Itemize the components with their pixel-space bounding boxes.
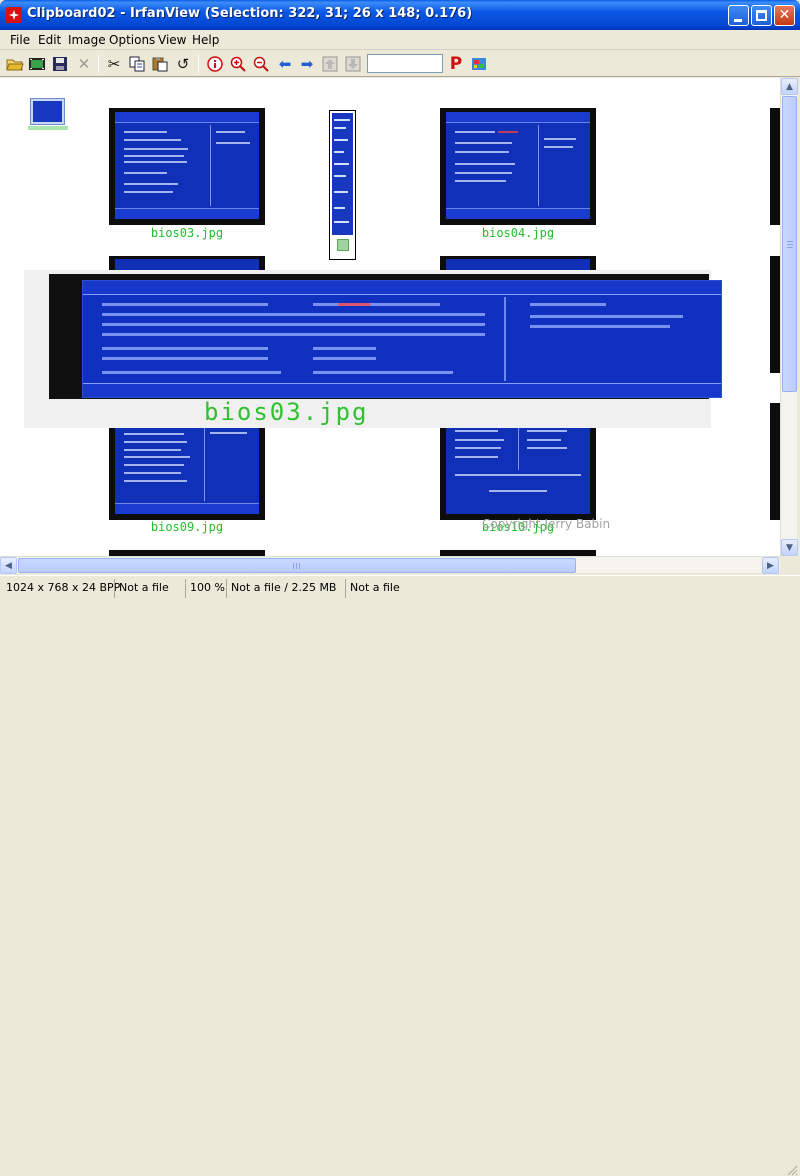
copyright-watermark: Copyright Jerry Babin xyxy=(482,517,611,531)
paint-icon[interactable] xyxy=(469,54,489,74)
thumbnail-bios04[interactable] xyxy=(440,108,596,225)
horizontal-scrollbar[interactable]: ◀ ▶ xyxy=(0,556,780,574)
move-up-icon[interactable] xyxy=(320,54,340,74)
menu-bar: File Edit Image Options View Help xyxy=(0,30,800,50)
enlarged-preview-caption: bios03.jpg xyxy=(204,398,369,426)
maximize-icon xyxy=(756,10,767,21)
thumbnail-row2-left[interactable] xyxy=(109,256,265,270)
status-zoom: 100 % xyxy=(185,579,226,598)
thumbnail-edge[interactable] xyxy=(770,256,780,373)
thumbnail-caption: bios09.jpg xyxy=(150,520,224,534)
chevron-left-icon: ◀ xyxy=(5,560,12,571)
status-file-size: Not a file / 2.25 MB xyxy=(226,579,345,598)
close-button[interactable]: ✕ xyxy=(774,5,795,26)
menu-edit[interactable]: Edit xyxy=(36,32,63,48)
slideshow-icon[interactable] xyxy=(27,54,47,74)
title-bar[interactable]: Clipboard02 - IrfanView (Selection: 322,… xyxy=(0,0,800,30)
zoom-out-icon[interactable] xyxy=(251,54,271,74)
undo-icon[interactable]: ↺ xyxy=(173,54,193,74)
irfanview-app-icon[interactable] xyxy=(6,7,22,23)
cut-icon[interactable]: ✂ xyxy=(104,54,124,74)
toolbar: ✕ ✂ ↺ ⬅ ➡ P xyxy=(0,51,800,77)
scroll-up-button[interactable]: ▲ xyxy=(781,78,798,95)
resize-grip-icon[interactable] xyxy=(786,1164,798,1176)
chevron-up-icon: ▲ xyxy=(786,81,793,92)
vertical-scroll-thumb[interactable] xyxy=(782,96,797,392)
thumbnail-caption: bios04.jpg xyxy=(481,226,555,240)
print-icon[interactable]: P xyxy=(446,54,466,74)
status-file-2: Not a file xyxy=(345,579,785,598)
zoom-in-icon[interactable] xyxy=(228,54,248,74)
chevron-down-icon: ▼ xyxy=(786,542,793,553)
status-dimensions: 1024 x 768 x 24 BPP xyxy=(6,581,121,594)
status-bar: 1024 x 768 x 24 BPP Not a file 100 % Not… xyxy=(0,575,800,1176)
thumbnail-caption: bios03.jpg xyxy=(150,226,224,240)
info-icon[interactable] xyxy=(205,54,225,74)
delete-icon[interactable]: ✕ xyxy=(74,54,94,74)
menu-options[interactable]: Options xyxy=(107,32,157,48)
horizontal-scroll-thumb[interactable] xyxy=(18,558,576,573)
scroll-left-button[interactable]: ◀ xyxy=(0,557,17,574)
paste-icon[interactable] xyxy=(150,54,170,74)
next-icon[interactable]: ➡ xyxy=(297,54,317,74)
thumbnail-edge[interactable] xyxy=(770,403,780,520)
menu-help[interactable]: Help xyxy=(190,32,221,48)
save-icon[interactable] xyxy=(50,54,70,74)
irfanview-window: Clipboard02 - IrfanView (Selection: 322,… xyxy=(0,0,800,1176)
thumbnail-row2-right[interactable] xyxy=(440,256,596,270)
previous-icon[interactable]: ⬅ xyxy=(275,54,295,74)
copy-icon[interactable] xyxy=(127,54,147,74)
status-file: Not a file xyxy=(114,579,185,598)
window-title: Clipboard02 - IrfanView (Selection: 322,… xyxy=(27,6,473,21)
move-down-icon[interactable] xyxy=(343,54,363,74)
thumbnail-edge[interactable] xyxy=(770,108,780,225)
menu-view[interactable]: View xyxy=(156,32,188,48)
menu-image[interactable]: Image xyxy=(66,32,108,48)
close-icon: ✕ xyxy=(778,7,791,23)
selected-thumbnail[interactable] xyxy=(30,98,65,125)
thumbnail-bios03[interactable] xyxy=(109,108,265,225)
zoom-input[interactable] xyxy=(367,54,443,73)
scroll-down-button[interactable]: ▼ xyxy=(781,539,798,556)
menu-file[interactable]: File xyxy=(8,32,32,48)
minimize-icon xyxy=(734,19,742,22)
chevron-right-icon: ▶ xyxy=(767,560,774,571)
maximize-button[interactable] xyxy=(751,5,772,26)
vertical-scrollbar[interactable]: ▲ ▼ xyxy=(780,78,798,556)
minimize-button[interactable] xyxy=(728,5,749,26)
clipboard-selection-thumbnail[interactable] xyxy=(329,110,356,260)
thumbnail-area[interactable]: bios03.jpg bios04.jpg bios09.jpg bios10.… xyxy=(0,78,780,556)
enlarged-preview: bios03.jpg xyxy=(24,270,722,428)
scroll-right-button[interactable]: ▶ xyxy=(762,557,779,574)
open-folder-icon[interactable] xyxy=(5,54,25,74)
